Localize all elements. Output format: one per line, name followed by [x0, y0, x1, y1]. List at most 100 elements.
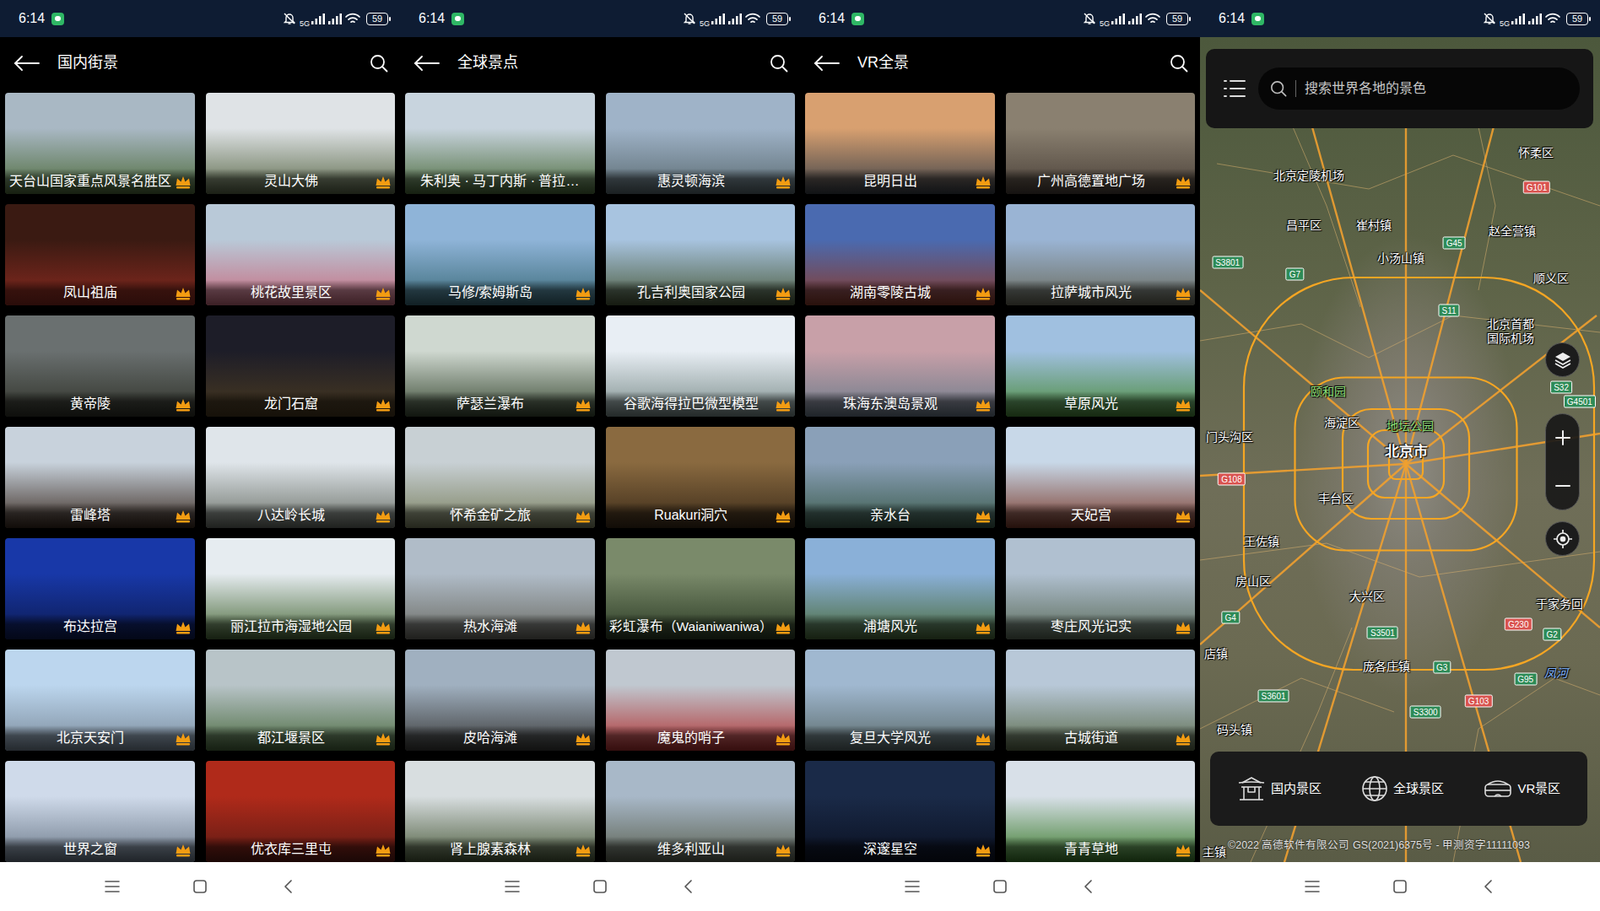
- map-label[interactable]: 赵全营镇: [1488, 224, 1536, 239]
- scenic-tile[interactable]: 布达拉宫: [5, 538, 195, 640]
- road-shield[interactable]: G45: [1443, 236, 1466, 249]
- scenic-tile[interactable]: 怀希金矿之旅: [405, 427, 595, 529]
- map-label[interactable]: 凤河: [1544, 666, 1568, 682]
- map-label[interactable]: 北京定陵机场: [1273, 168, 1345, 184]
- scenic-tile[interactable]: 广州高德置地广场: [1005, 92, 1196, 195]
- map-label[interactable]: 顺义区: [1533, 271, 1569, 287]
- back-arrow-icon[interactable]: [813, 54, 841, 72]
- scenic-tile[interactable]: 朱利奥 · 马丁内斯 · 普拉…: [405, 92, 595, 195]
- scenic-tile[interactable]: 八达岭长城: [205, 427, 396, 529]
- road-shield[interactable]: S3501: [1367, 626, 1399, 639]
- back-arrow-icon[interactable]: [413, 54, 441, 72]
- scenic-tile[interactable]: 昆明日出: [805, 92, 995, 195]
- scenic-tile[interactable]: Ruakuri洞穴: [605, 427, 796, 529]
- scenic-tile[interactable]: 青青草地: [1005, 761, 1196, 863]
- menu-icon[interactable]: [903, 878, 921, 896]
- road-shield[interactable]: S11: [1438, 303, 1460, 317]
- road-shield[interactable]: G4: [1221, 610, 1240, 624]
- map-label[interactable]: 房山区: [1235, 574, 1271, 590]
- locate-icon[interactable]: [1545, 521, 1580, 557]
- search-box[interactable]: [1258, 67, 1580, 110]
- scenic-tile[interactable]: 草原风光: [1005, 315, 1196, 417]
- layers-icon[interactable]: [1545, 342, 1580, 378]
- map-label[interactable]: 主镇: [1202, 844, 1227, 860]
- scenic-tile[interactable]: 皮哈海滩: [405, 649, 595, 752]
- road-shield[interactable]: G230: [1504, 618, 1532, 632]
- scenic-tile[interactable]: 拉萨城市风光: [1005, 204, 1196, 306]
- map-label[interactable]: 大兴区: [1349, 589, 1385, 605]
- scenic-tile[interactable]: 凤山祖庙: [5, 204, 195, 306]
- home-icon[interactable]: [591, 878, 609, 896]
- road-shield[interactable]: G95: [1513, 673, 1537, 687]
- map-label[interactable]: 昌平区: [1286, 218, 1322, 233]
- scenic-tile[interactable]: 孔吉利奥国家公园: [605, 204, 796, 306]
- scenic-tile[interactable]: 深邃星空: [805, 761, 995, 863]
- scenic-tile[interactable]: 古城街道: [1005, 649, 1196, 752]
- scenic-tile[interactable]: 亲水台: [805, 427, 995, 529]
- map-label[interactable]: 崔村镇: [1356, 218, 1392, 233]
- scenic-tile[interactable]: 维多利亚山: [605, 761, 796, 863]
- scenic-tile[interactable]: 湖南零陵古城: [805, 204, 995, 306]
- scenic-tile[interactable]: 热水海滩: [405, 538, 595, 640]
- road-shield[interactable]: S3801: [1211, 255, 1244, 269]
- scenic-tile[interactable]: 丽江拉市海湿地公园: [205, 538, 396, 640]
- scenic-type-button[interactable]: 国内景区: [1237, 776, 1322, 802]
- scenic-tile[interactable]: 肾上腺素森林: [405, 761, 595, 863]
- map-label[interactable]: 怀柔区: [1518, 145, 1554, 161]
- road-shield[interactable]: G3: [1432, 660, 1451, 674]
- scenic-type-button[interactable]: 全球景区: [1361, 775, 1444, 803]
- map-label[interactable]: 北京市: [1384, 443, 1428, 460]
- road-shield[interactable]: G7: [1286, 268, 1304, 282]
- search-input[interactable]: [1304, 78, 1568, 99]
- road-shield[interactable]: G101: [1523, 181, 1551, 195]
- scenic-tile[interactable]: 彩虹瀑布（Waianiwaniwa）: [605, 538, 796, 640]
- map-label[interactable]: 王佐镇: [1243, 535, 1280, 550]
- back-arrow-icon[interactable]: [13, 54, 41, 72]
- road-shield[interactable]: S3601: [1258, 689, 1290, 703]
- scenic-tile[interactable]: 浦塘风光: [805, 538, 995, 640]
- scenic-tile[interactable]: 北京天安门: [5, 649, 195, 752]
- menu-icon[interactable]: [1303, 878, 1321, 896]
- menu-icon[interactable]: [503, 878, 521, 896]
- scenic-tile[interactable]: 惠灵顿海滨: [605, 92, 796, 195]
- scenic-tile[interactable]: 都江堰景区: [205, 649, 396, 752]
- scenic-tile[interactable]: 桃花故里景区: [205, 204, 396, 306]
- map-label[interactable]: 海淀区: [1324, 415, 1360, 430]
- back-icon[interactable]: [1479, 878, 1497, 896]
- scenic-tile[interactable]: 魔鬼的哨子: [605, 649, 796, 752]
- map-label[interactable]: 小汤山镇: [1377, 251, 1425, 266]
- road-shield[interactable]: S32: [1550, 381, 1573, 395]
- scenic-tile[interactable]: 龙门石窟: [205, 315, 396, 417]
- search-icon[interactable]: [769, 54, 789, 73]
- search-icon[interactable]: [1169, 54, 1189, 73]
- menu-list-icon[interactable]: [1222, 78, 1247, 99]
- map-label[interactable]: 码头镇: [1216, 722, 1253, 737]
- scenic-tile[interactable]: 灵山大佛: [205, 92, 396, 195]
- scenic-tile[interactable]: 复旦大学风光: [805, 649, 995, 752]
- scenic-tile[interactable]: 优衣库三里屯: [205, 761, 396, 863]
- search-icon[interactable]: [369, 54, 389, 73]
- scenic-tile[interactable]: 雷峰塔: [5, 427, 195, 529]
- road-shield[interactable]: G4501: [1563, 395, 1596, 409]
- road-shield[interactable]: G2: [1542, 628, 1561, 642]
- map-label[interactable]: 丰台区: [1318, 491, 1354, 507]
- home-icon[interactable]: [991, 878, 1009, 896]
- scenic-tile[interactable]: 天台山国家重点风景名胜区: [5, 92, 195, 195]
- home-icon[interactable]: [1391, 878, 1409, 896]
- back-icon[interactable]: [279, 878, 297, 896]
- map-label[interactable]: 北京首都国际机场: [1485, 317, 1536, 346]
- road-shield[interactable]: S3300: [1410, 706, 1442, 719]
- scenic-type-button[interactable]: VR景区: [1483, 777, 1561, 801]
- road-shield[interactable]: G108: [1217, 473, 1245, 487]
- scenic-tile[interactable]: 谷歌海得拉巴微型模型: [605, 315, 796, 417]
- back-icon[interactable]: [1079, 878, 1097, 896]
- map-label[interactable]: 店镇: [1204, 647, 1228, 662]
- zoom-out-icon[interactable]: [1554, 477, 1572, 495]
- back-icon[interactable]: [679, 878, 697, 896]
- scenic-tile[interactable]: 世界之窗: [5, 761, 195, 863]
- scenic-tile[interactable]: 马修/索姆斯岛: [405, 204, 595, 306]
- map[interactable]: 怀柔区北京定陵机场昌平区 崔村镇 赵全营镇小汤山镇顺义区北京首都国际机场颐和园海淀区…: [1200, 37, 1600, 863]
- map-label[interactable]: 颐和园: [1310, 384, 1346, 400]
- scenic-tile[interactable]: 珠海东澳岛景观: [805, 315, 995, 417]
- map-label[interactable]: 地坛公园: [1386, 419, 1434, 434]
